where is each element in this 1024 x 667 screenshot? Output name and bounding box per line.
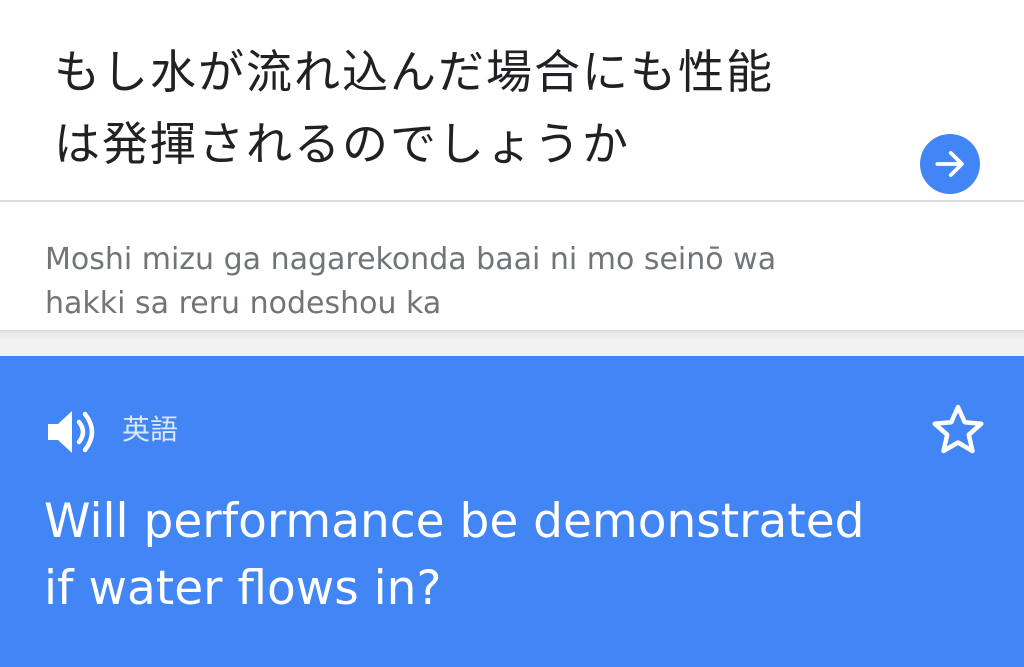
arrow-right-icon: [935, 151, 964, 177]
target-language-label: 英語: [122, 413, 179, 446]
star-outline-icon: [932, 404, 984, 454]
translate-screen: もし水が流れ込んだ場合にも性能 は発揮されるのでしょうか Moshi mizu …: [0, 0, 1024, 667]
card-separator: [0, 330, 1024, 356]
translation-text[interactable]: Will performance be demonstrated if wate…: [44, 488, 984, 622]
romanization-text: Moshi mizu ga nagarekonda baai ni mo sei…: [45, 242, 777, 321]
favorite-button[interactable]: [928, 400, 988, 460]
translation-result-card[interactable]: 英語 Will performance be demonstrated if w…: [0, 356, 1024, 667]
source-input-panel[interactable]: もし水が流れ込んだ場合にも性能 は発揮されるのでしょうか: [0, 0, 1024, 200]
source-text[interactable]: もし水が流れ込んだ場合にも性能 は発揮されるのでしょうか: [54, 36, 894, 180]
translate-submit-button[interactable]: [920, 134, 980, 194]
listen-button[interactable]: [44, 406, 104, 458]
speaker-icon: [48, 411, 95, 453]
romanization-panel: Moshi mizu ga nagarekonda baai ni mo sei…: [0, 202, 1024, 330]
